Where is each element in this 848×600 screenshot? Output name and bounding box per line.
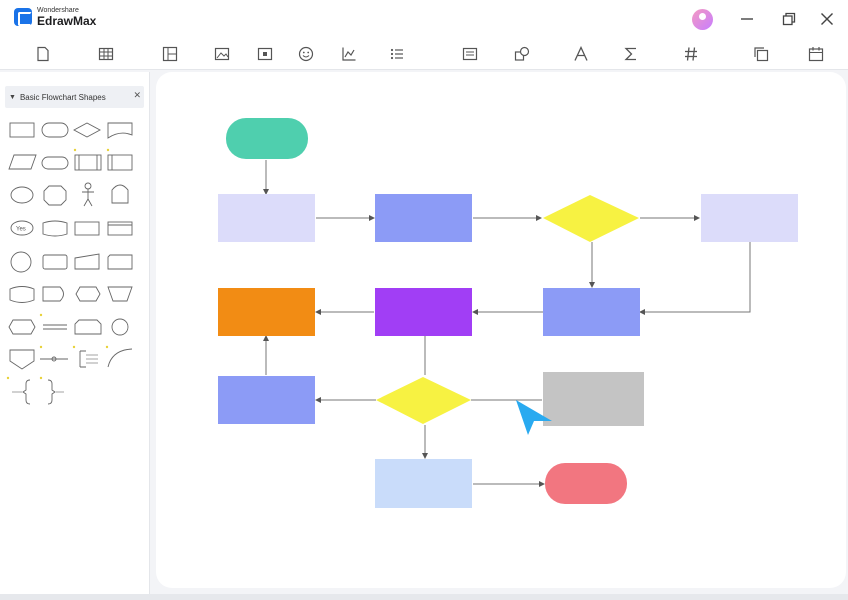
formula-icon xyxy=(624,47,636,61)
image-button[interactable] xyxy=(211,43,233,65)
pages-button[interactable] xyxy=(750,43,772,65)
shape-library-panel: ▼ Basic Flowchart Shapes ✕ Yes xyxy=(0,72,150,594)
shape-data[interactable] xyxy=(8,154,37,170)
media-icon xyxy=(257,47,273,61)
flow-process-2[interactable] xyxy=(375,194,472,242)
shape-process[interactable] xyxy=(9,122,35,138)
calendar-icon xyxy=(808,47,824,62)
shape-annotation[interactable] xyxy=(79,350,86,368)
pages-icon xyxy=(754,47,769,62)
brand-name: EdrawMax xyxy=(37,14,97,28)
shape-display[interactable] xyxy=(75,286,101,302)
flow-decision-2[interactable] xyxy=(376,377,471,424)
flow-process-orange[interactable] xyxy=(218,288,315,336)
shape-ellipse[interactable] xyxy=(10,186,34,204)
connectors xyxy=(263,160,751,487)
shape-arc[interactable] xyxy=(107,348,133,368)
shape-rectangle[interactable] xyxy=(74,221,100,236)
flow-decision-1[interactable] xyxy=(543,195,639,242)
shape-terminator[interactable] xyxy=(41,122,69,138)
flowchart-diagram xyxy=(218,118,798,508)
shape-yes-label: Yes xyxy=(16,227,26,233)
close-window-button[interactable] xyxy=(814,6,840,32)
layout-button[interactable] xyxy=(159,43,181,65)
table-icon xyxy=(98,47,114,61)
calendar-button[interactable] xyxy=(805,43,827,65)
emoji-button[interactable] xyxy=(295,43,317,65)
drawing-canvas[interactable] xyxy=(156,72,846,588)
shape-card-2[interactable] xyxy=(107,254,133,270)
emoji-icon xyxy=(298,46,314,62)
flow-start-node[interactable] xyxy=(226,118,308,159)
restore-icon xyxy=(782,12,796,26)
shape-grid: Yes xyxy=(6,122,133,405)
status-bar xyxy=(0,594,848,600)
hashtag-button[interactable] xyxy=(680,43,702,65)
shape-actor[interactable] xyxy=(84,182,92,190)
flow-process-6[interactable] xyxy=(375,459,472,508)
text-box-button[interactable] xyxy=(459,43,481,65)
flow-process-5[interactable] xyxy=(218,376,315,424)
minimize-icon xyxy=(741,18,753,20)
shape-loop-limit[interactable] xyxy=(74,319,102,335)
shapes-icon xyxy=(514,46,530,61)
flow-end-node[interactable] xyxy=(545,463,627,504)
app-brand: Wondershare EdrawMax xyxy=(14,7,96,27)
flow-process-3[interactable] xyxy=(701,194,798,242)
shape-cylinder[interactable] xyxy=(42,220,68,237)
shape-circle[interactable] xyxy=(10,251,32,273)
flow-process-4[interactable] xyxy=(543,288,640,336)
font-icon xyxy=(574,46,588,61)
shape-manual-operation[interactable] xyxy=(111,184,129,204)
flow-process-1[interactable] xyxy=(218,194,315,242)
shape-rectangle-2[interactable] xyxy=(107,221,133,236)
shape-document[interactable] xyxy=(107,122,133,139)
new-page-icon xyxy=(37,46,49,62)
restore-button[interactable] xyxy=(776,6,802,32)
media-button[interactable] xyxy=(254,43,276,65)
shape-off-page[interactable] xyxy=(9,349,35,370)
image-icon xyxy=(214,47,230,61)
shape-card[interactable] xyxy=(42,254,68,270)
shape-octagon[interactable] xyxy=(43,185,67,206)
title-bar: Wondershare EdrawMax xyxy=(0,0,848,38)
layout-icon xyxy=(162,46,178,62)
flow-process-purple[interactable] xyxy=(375,288,472,336)
shape-punched-tape[interactable] xyxy=(9,286,35,303)
new-page-button[interactable] xyxy=(32,43,54,65)
font-button[interactable] xyxy=(570,43,592,65)
shape-preparation[interactable] xyxy=(8,319,36,335)
hashtag-icon xyxy=(685,47,697,61)
flow-process-gray[interactable] xyxy=(543,372,644,426)
shape-manual-input[interactable] xyxy=(74,253,100,270)
shape-decision[interactable] xyxy=(73,122,101,138)
minimize-button[interactable] xyxy=(734,6,760,32)
close-icon xyxy=(821,13,833,25)
list-button[interactable] xyxy=(386,43,408,65)
list-icon xyxy=(390,48,403,60)
chart-button[interactable] xyxy=(338,43,360,65)
shape-delay[interactable] xyxy=(42,286,64,302)
edrawmax-logo-icon xyxy=(14,8,32,26)
shapes-button[interactable] xyxy=(511,43,533,65)
chart-icon xyxy=(342,47,356,61)
formula-button[interactable] xyxy=(620,43,642,65)
text-box-icon xyxy=(462,47,478,61)
shape-connector[interactable] xyxy=(111,318,129,336)
table-button[interactable] xyxy=(95,43,117,65)
insert-toolbar xyxy=(0,38,848,70)
shape-brace[interactable] xyxy=(22,379,31,405)
user-avatar[interactable] xyxy=(692,9,713,30)
shape-trapezoid[interactable] xyxy=(107,286,133,302)
brand-company: Wondershare xyxy=(37,7,79,14)
shape-rounded-rect[interactable] xyxy=(41,156,69,170)
